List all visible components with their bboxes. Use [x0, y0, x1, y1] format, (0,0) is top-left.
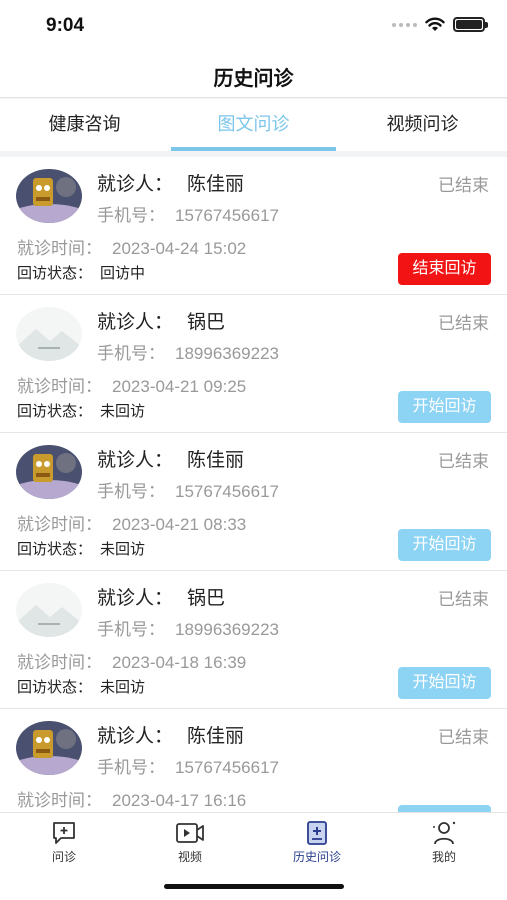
- status-badge: 已结束: [438, 314, 489, 333]
- history-record-icon: [307, 821, 327, 845]
- phone-line: 手机号： 18996369223: [97, 344, 280, 363]
- start-followup-button[interactable]: 开始回访: [398, 667, 491, 699]
- signal-icon: [392, 22, 417, 27]
- followup-status: 未回访: [100, 541, 146, 558]
- nav-bar: 历史问诊: [0, 52, 507, 98]
- patient-name-line: 就诊人： 陈佳丽: [97, 726, 245, 747]
- page-title: 历史问诊: [213, 68, 294, 90]
- avatar: [16, 307, 82, 361]
- status-badge: 已结束: [438, 728, 489, 747]
- patient-name: 陈佳丽: [187, 174, 245, 195]
- status-badge: 已结束: [438, 452, 489, 471]
- tabbar-item-history[interactable]: 历史问诊: [277, 819, 357, 865]
- phone-number: 15767456617: [175, 206, 280, 225]
- phone-number: 18996369223: [175, 344, 280, 363]
- tabbar-label: 历史问诊: [292, 850, 341, 864]
- placeholder-image-icon: [16, 583, 82, 637]
- tabbar-label: 我的: [431, 850, 456, 864]
- followup-line: 回访状态： 未回访: [17, 541, 146, 558]
- patient-name: 锅巴: [187, 588, 226, 609]
- cartoon-avatar-icon: [16, 445, 82, 499]
- phone-line: 手机号： 18996369223: [97, 620, 280, 639]
- visit-time: 2023-04-24 15:02: [112, 239, 247, 258]
- cartoon-avatar-icon: [16, 721, 82, 775]
- followup-line: 回访状态： 回访中: [17, 265, 146, 282]
- followup-status: 未回访: [100, 403, 146, 420]
- phone-number: 18996369223: [175, 620, 280, 639]
- phone-line: 手机号： 15767456617: [97, 482, 280, 501]
- followup-status: 回访中: [100, 265, 146, 282]
- status-badge: 已结束: [438, 590, 489, 609]
- avatar: [16, 445, 82, 499]
- status-badge: 已结束: [438, 176, 489, 195]
- profile-icon: [433, 821, 456, 845]
- list-item[interactable]: 就诊人： 陈佳丽 手机号： 15767456617 已结束 就诊时间： 2023-04…: [0, 157, 507, 295]
- start-followup-button[interactable]: 开始回访: [398, 529, 491, 561]
- tab-video-consult[interactable]: 视频问诊: [338, 99, 507, 151]
- patient-name: 陈佳丽: [187, 726, 245, 747]
- video-icon: [176, 823, 204, 843]
- tab-image-text-consult[interactable]: 图文问诊: [169, 99, 338, 151]
- start-followup-button[interactable]: 开始回访: [398, 391, 491, 423]
- list-item[interactable]: 就诊人： 陈佳丽 手机号： 15767456617 已结束 就诊时间： 2023-04…: [0, 433, 507, 571]
- visit-time-line: 就诊时间： 2023-04-24 15:02: [17, 239, 247, 258]
- visit-time: 2023-04-21 09:25: [112, 377, 247, 396]
- followup-line: 回访状态： 未回访: [17, 679, 146, 696]
- followup-line: 回访状态： 未回访: [17, 403, 146, 420]
- battery-icon: [453, 17, 488, 32]
- phone-number: 15767456617: [175, 758, 280, 777]
- cartoon-avatar-icon: [16, 169, 82, 223]
- patient-name-line: 就诊人： 陈佳丽: [97, 450, 245, 471]
- consultation-list[interactable]: 就诊人： 陈佳丽 手机号： 15767456617 已结束 就诊时间： 2023-04…: [0, 157, 507, 812]
- avatar: [16, 583, 82, 637]
- status-time: 9:04: [46, 15, 85, 36]
- phone-line: 手机号： 15767456617: [97, 206, 280, 225]
- placeholder-image-icon: [16, 307, 82, 361]
- visit-time: 2023-04-17 16:16: [112, 791, 247, 810]
- home-indicator: [164, 884, 344, 889]
- patient-name: 锅巴: [187, 312, 226, 333]
- visit-time: 2023-04-18 16:39: [112, 653, 247, 672]
- tabbar-item-consult[interactable]: 问诊: [24, 819, 104, 865]
- wifi-icon: [425, 17, 445, 31]
- list-item[interactable]: 就诊人： 陈佳丽 手机号： 15767456617 已结束 就诊时间： 2023-04…: [0, 709, 507, 812]
- tabbar-item-video[interactable]: 视频: [150, 819, 230, 865]
- avatar: [16, 721, 82, 775]
- tabbar-label: 视频: [177, 850, 202, 864]
- avatar: [16, 169, 82, 223]
- tab-health-consult[interactable]: 健康咨询: [0, 99, 169, 151]
- followup-status: 未回访: [100, 679, 146, 696]
- patient-name-line: 就诊人： 陈佳丽: [97, 174, 245, 195]
- list-item[interactable]: 就诊人： 锅巴 手机号： 18996369223 已结束 就诊时间： 2023-04-…: [0, 571, 507, 709]
- patient-name-line: 就诊人： 锅巴: [97, 312, 226, 333]
- visit-time: 2023-04-21 08:33: [112, 515, 247, 534]
- patient-name-line: 就诊人： 锅巴: [97, 588, 226, 609]
- status-icons: [392, 17, 488, 32]
- phone-number: 15767456617: [175, 482, 280, 501]
- visit-time-line: 就诊时间： 2023-04-18 16:39: [17, 653, 247, 672]
- phone-line: 手机号： 15767456617: [97, 758, 280, 777]
- visit-time-line: 就诊时间： 2023-04-21 08:33: [17, 515, 247, 534]
- consult-tabs: 健康咨询 图文问诊 视频问诊: [0, 99, 507, 151]
- end-followup-button[interactable]: 结束回访: [398, 253, 491, 285]
- patient-name: 陈佳丽: [187, 450, 245, 471]
- tabbar-item-mine[interactable]: 我的: [404, 819, 484, 865]
- list-item[interactable]: 就诊人： 锅巴 手机号： 18996369223 已结束 就诊时间： 2023-04-…: [0, 295, 507, 433]
- tabbar-label: 问诊: [51, 850, 76, 864]
- chat-plus-icon: [53, 822, 75, 844]
- visit-time-line: 就诊时间： 2023-04-21 09:25: [17, 377, 247, 396]
- visit-time-line: 就诊时间： 2023-04-17 16:16: [17, 791, 247, 810]
- status-bar: 9:04: [0, 0, 507, 52]
- start-followup-button[interactable]: [398, 805, 491, 812]
